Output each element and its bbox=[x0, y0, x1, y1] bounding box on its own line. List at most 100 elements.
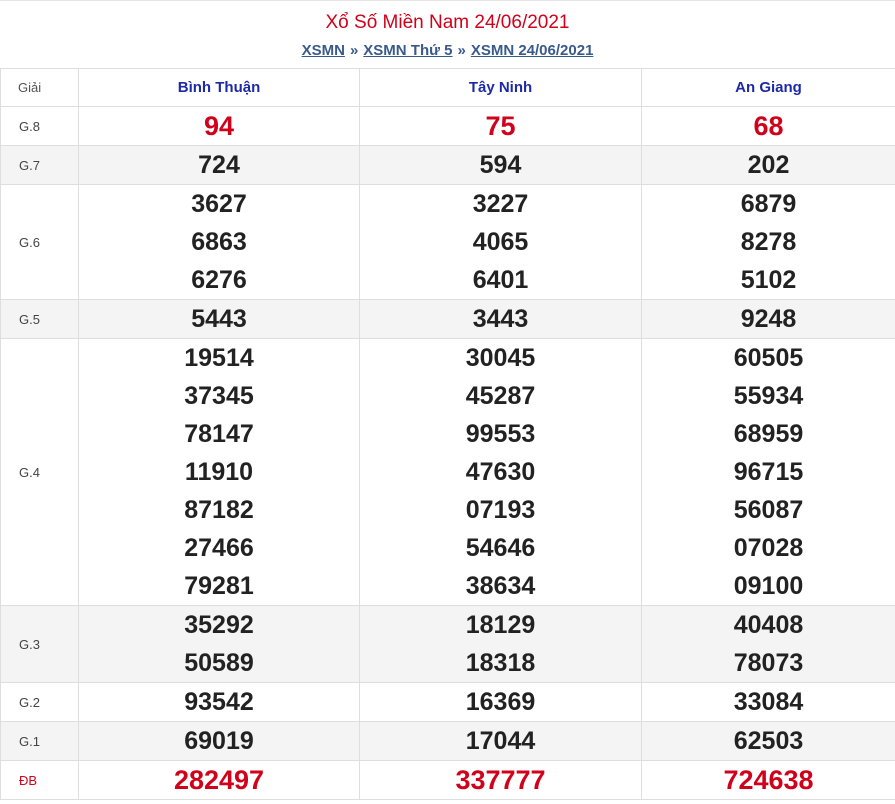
result-cell: 30045 45287 99553 47630 07193 54646 38634 bbox=[359, 338, 642, 606]
prize-label: G.3 bbox=[0, 605, 79, 683]
result-number: 33084 bbox=[733, 688, 804, 716]
province-header-tay-ninh[interactable]: Tây Ninh bbox=[359, 68, 642, 107]
result-number: 68959 bbox=[733, 420, 804, 448]
table-row: G.3 35292 50589 18129 18318 40408 78073 bbox=[0, 605, 895, 683]
table-row: G.5 5443 3443 9248 bbox=[0, 299, 895, 339]
prize-label: G.4 bbox=[0, 338, 79, 606]
breadcrumb-separator: » bbox=[349, 42, 359, 59]
result-number: 11910 bbox=[184, 458, 254, 486]
result-cell: 16369 bbox=[359, 682, 642, 722]
result-number: 96715 bbox=[733, 458, 804, 486]
table-row: G.6 3627 6863 6276 3227 4065 6401 6879 8278 5102 bbox=[0, 184, 895, 300]
result-number: 18129 bbox=[465, 611, 536, 639]
result-number: 5443 bbox=[191, 305, 247, 333]
result-number: 8278 bbox=[740, 228, 797, 256]
result-number: 40408 bbox=[733, 611, 804, 639]
result-number: 94 bbox=[203, 111, 235, 141]
result-number: 62503 bbox=[733, 727, 804, 755]
result-cell: 3627 6863 6276 bbox=[78, 184, 360, 300]
result-number: 56087 bbox=[733, 496, 804, 524]
result-number: 724638 bbox=[723, 765, 814, 795]
result-cell: 69019 bbox=[78, 721, 360, 761]
breadcrumb: XSMN» XSMN Thứ 5» XSMN 24/06/2021 bbox=[0, 41, 895, 61]
result-cell: 94 bbox=[78, 106, 360, 146]
result-number: 35292 bbox=[184, 611, 254, 639]
result-cell: 75 bbox=[359, 106, 642, 146]
result-cell: 594 bbox=[359, 145, 642, 185]
result-number: 37345 bbox=[184, 382, 254, 410]
result-cell: 3443 bbox=[359, 299, 642, 339]
results-page: Xổ Số Miền Nam 24/06/2021 XSMN» XSMN Thứ … bbox=[0, 0, 895, 800]
result-number: 50589 bbox=[184, 649, 254, 677]
result-cell: 724 bbox=[78, 145, 360, 185]
result-number: 68 bbox=[753, 111, 784, 141]
result-cell: 724638 bbox=[641, 760, 895, 800]
result-cell: 18129 18318 bbox=[359, 605, 642, 683]
result-number: 55934 bbox=[733, 382, 804, 410]
result-number: 54646 bbox=[465, 534, 536, 562]
result-number: 69019 bbox=[184, 727, 254, 755]
result-cell: 62503 bbox=[641, 721, 895, 761]
breadcrumb-link-xsmn[interactable]: XSMN bbox=[302, 42, 345, 59]
result-number: 07028 bbox=[733, 534, 804, 562]
result-cell: 60505 55934 68959 96715 56087 07028 09100 bbox=[641, 338, 895, 606]
result-cell: 337777 bbox=[359, 760, 642, 800]
page-title: Xổ Số Miền Nam 24/06/2021 bbox=[325, 12, 570, 33]
result-cell: 5443 bbox=[78, 299, 360, 339]
result-cell: 9248 bbox=[641, 299, 895, 339]
result-number: 19514 bbox=[184, 344, 254, 372]
prize-label: G.1 bbox=[0, 721, 79, 761]
result-cell: 282497 bbox=[78, 760, 360, 800]
result-number: 6879 bbox=[740, 190, 797, 218]
result-number: 60505 bbox=[733, 344, 804, 372]
result-number: 16369 bbox=[465, 688, 536, 716]
result-cell: 33084 bbox=[641, 682, 895, 722]
prize-column-header: Giải bbox=[0, 68, 79, 107]
result-number: 3627 bbox=[191, 190, 247, 218]
result-number: 99553 bbox=[465, 420, 536, 448]
breadcrumb-link-xsmn-date[interactable]: XSMN 24/06/2021 bbox=[471, 42, 594, 59]
prize-label: ĐB bbox=[0, 760, 79, 800]
table-row: G.1 69019 17044 62503 bbox=[0, 721, 895, 761]
result-number: 75 bbox=[485, 111, 516, 141]
result-number: 27466 bbox=[184, 534, 254, 562]
breadcrumb-link-xsmn-thu5[interactable]: XSMN Thứ 5 bbox=[363, 42, 452, 59]
result-number: 724 bbox=[198, 151, 240, 179]
results-body: G.8 94 75 68 G.7 724 594 202 G.6 3627 6863 6276 3227… bbox=[0, 106, 895, 800]
result-number: 07193 bbox=[465, 496, 536, 524]
result-number: 5102 bbox=[740, 266, 797, 294]
result-number: 6401 bbox=[472, 266, 529, 294]
result-number: 6276 bbox=[191, 266, 247, 294]
result-cell: 68 bbox=[641, 106, 895, 146]
result-number: 9248 bbox=[740, 305, 797, 333]
province-header-binh-thuan[interactable]: Bình Thuận bbox=[78, 68, 360, 107]
table-row: G.8 94 75 68 bbox=[0, 106, 895, 146]
result-number: 09100 bbox=[733, 572, 804, 600]
result-cell: 40408 78073 bbox=[641, 605, 895, 683]
result-cell: 93542 bbox=[78, 682, 360, 722]
result-number: 202 bbox=[747, 151, 790, 179]
result-number: 18318 bbox=[465, 649, 536, 677]
result-number: 93542 bbox=[184, 688, 254, 716]
prize-label: G.8 bbox=[0, 106, 79, 146]
result-number: 4065 bbox=[472, 228, 529, 256]
prize-label: G.2 bbox=[0, 682, 79, 722]
result-number: 78073 bbox=[733, 649, 804, 677]
results-table: Giải Bình Thuận Tây Ninh An Giang G.8 94 7… bbox=[0, 68, 895, 800]
breadcrumb-separator: » bbox=[457, 42, 466, 59]
table-row: G.7 724 594 202 bbox=[0, 145, 895, 185]
result-number: 79281 bbox=[184, 572, 254, 600]
province-header-an-giang: An Giang bbox=[641, 68, 895, 107]
result-number: 337777 bbox=[455, 765, 546, 795]
table-header-row: Giải Bình Thuận Tây Ninh An Giang bbox=[0, 68, 895, 107]
prize-label: G.5 bbox=[0, 299, 79, 339]
result-cell: 3227 4065 6401 bbox=[359, 184, 642, 300]
prize-label: G.6 bbox=[0, 184, 79, 300]
result-cell: 6879 8278 5102 bbox=[641, 184, 895, 300]
result-number: 38634 bbox=[465, 572, 536, 600]
table-row: G.2 93542 16369 33084 bbox=[0, 682, 895, 722]
prize-label: G.7 bbox=[0, 145, 79, 185]
result-number: 47630 bbox=[465, 458, 536, 486]
result-cell: 202 bbox=[641, 145, 895, 185]
result-number: 78147 bbox=[184, 420, 254, 448]
